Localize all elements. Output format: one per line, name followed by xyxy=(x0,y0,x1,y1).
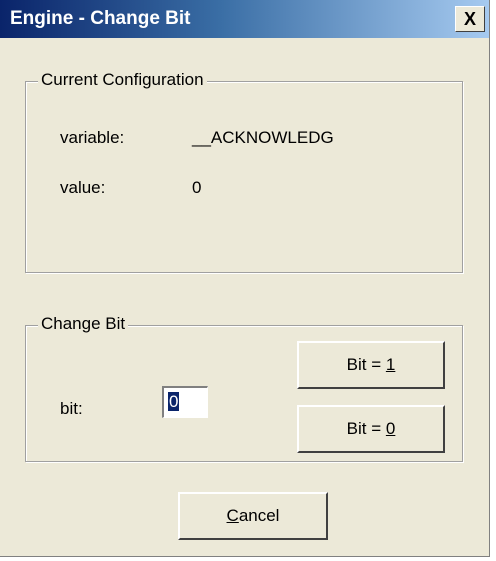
bit-equals-1-button[interactable]: Bit = 1 xyxy=(297,341,445,389)
bit-input-value: 0 xyxy=(168,392,180,411)
variable-label: variable: xyxy=(60,128,125,147)
value-value: 0 xyxy=(192,178,202,197)
bit-label: bit: xyxy=(60,399,83,418)
title-bar[interactable]: Engine - Change Bit X xyxy=(0,0,489,38)
change-bit-title: Change Bit xyxy=(38,314,129,334)
cancel-label: ancel xyxy=(238,506,280,525)
bit-1-mnemonic: 1 xyxy=(385,355,396,374)
close-button[interactable]: X xyxy=(455,6,485,32)
current-configuration-title: Current Configuration xyxy=(38,70,207,90)
bit-equals-0-button[interactable]: Bit = 0 xyxy=(297,405,445,453)
current-configuration-group: Current Configuration xyxy=(25,70,463,273)
window-title: Engine - Change Bit xyxy=(10,8,191,29)
variable-value: __ACKNOWLEDG xyxy=(192,128,334,147)
bit-0-label: Bit = xyxy=(346,419,386,438)
cancel-button[interactable]: Cancel xyxy=(178,492,328,540)
cancel-mnemonic: C xyxy=(226,506,239,525)
bit-input[interactable]: 0 xyxy=(162,386,208,418)
change-bit-dialog: Engine - Change Bit X Current Configurat… xyxy=(0,0,490,557)
value-label: value: xyxy=(60,178,106,197)
close-icon: X xyxy=(463,8,476,29)
bit-1-label: Bit = xyxy=(346,355,386,374)
bit-0-mnemonic: 0 xyxy=(385,419,396,438)
